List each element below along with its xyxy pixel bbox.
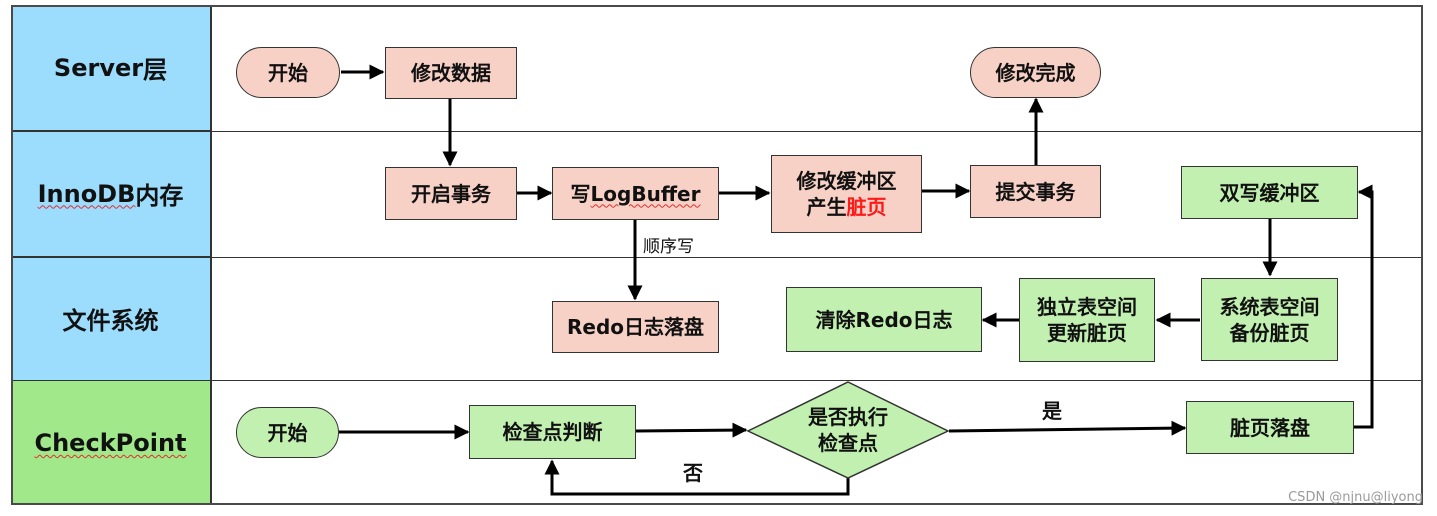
node-modify-done: 修改完成 — [970, 47, 1101, 98]
edge-label-yes: 是 — [1042, 399, 1062, 423]
node-modify-buffer: 修改缓冲区 产生脏页 — [771, 155, 922, 233]
node-commit-txn: 提交事务 — [970, 165, 1101, 218]
node-dirty-flush: 脏页落盘 — [1186, 401, 1354, 454]
edge-label-sequential-write: 顺序写 — [643, 237, 694, 257]
arrow-decision-to-flush — [948, 420, 1187, 436]
watermark: CSDN @njnu@liyong — [1288, 490, 1423, 505]
node-begin-txn: 开启事务 — [385, 167, 517, 220]
node-modify-data: 修改数据 — [385, 47, 517, 99]
node-checkpoint-start: 开始 — [236, 407, 339, 458]
node-checkpoint-judge: 检查点判断 — [469, 405, 636, 459]
node-clear-redo: 清除Redo日志 — [786, 287, 982, 352]
node-write-logbuffer: 写 LogBuffer — [552, 167, 719, 220]
edge-label-no: 否 — [683, 461, 703, 485]
node-doublewrite-buffer: 双写缓冲区 — [1181, 166, 1358, 219]
dirty-page-highlight: 脏页 — [846, 195, 887, 219]
arrow-judge-to-decision — [635, 422, 748, 438]
node-decision-label: 是否执行 检查点 — [808, 405, 888, 455]
node-server-start: 开始 — [236, 47, 340, 98]
node-system-tablespace: 系统表空间 备份脏页 — [1201, 278, 1338, 361]
node-independent-tablespace: 独立表空间 更新脏页 — [1019, 278, 1155, 362]
node-redo-flush: Redo日志落盘 — [552, 301, 719, 353]
arrow-flush-to-doublewrite — [1354, 184, 1374, 429]
